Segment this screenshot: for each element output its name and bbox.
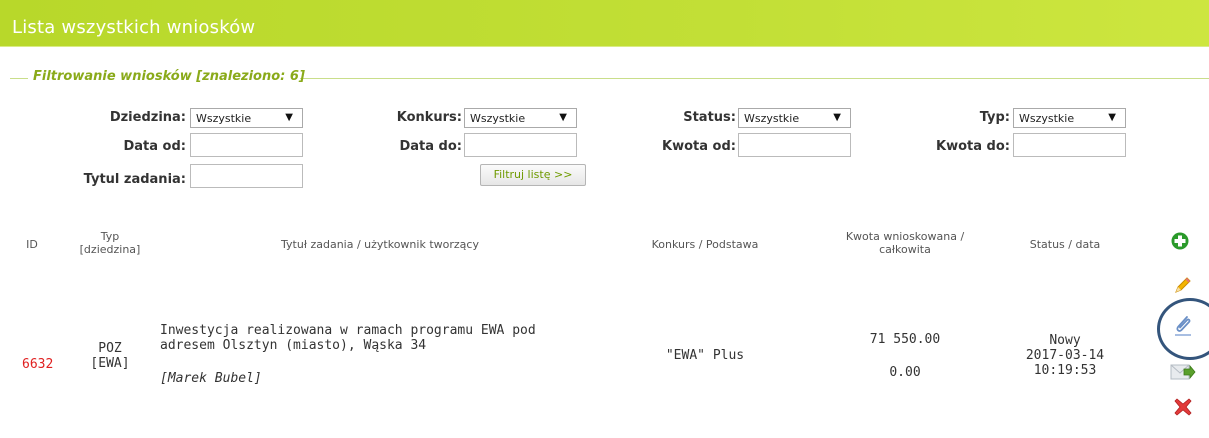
row-status-date: 2017-03-14: [1025, 348, 1105, 363]
col-header-kwota-line1: Kwota wnioskowana /: [845, 230, 965, 243]
konkurs-select[interactable]: Wszystkie ▼: [464, 108, 577, 128]
data-do-label: Data do:: [399, 139, 462, 154]
row-user: [Marek Bubel]: [160, 371, 262, 386]
dziedzina-select[interactable]: Wszystkie ▼: [190, 108, 303, 128]
chevron-down-icon: ▼: [1108, 112, 1116, 123]
data-do-input[interactable]: [464, 133, 577, 157]
filter-legend: Filtrowanie wniosków [znaleziono: 6]: [33, 69, 305, 84]
typ-label: Typ:: [979, 110, 1010, 125]
filter-button[interactable]: Filtruj listę >>: [480, 164, 586, 186]
tytul-label: Tytul zadania:: [83, 172, 186, 187]
row-title: Inwestycja realizowana w ramach programu…: [160, 323, 600, 353]
dziedzina-label: Dziedzina:: [109, 110, 186, 125]
col-header-kwota-line2: całkowita: [879, 243, 931, 256]
delete-icon[interactable]: [1174, 398, 1192, 416]
row-kwota-wnioskowana: 71 550.00: [869, 332, 941, 347]
row-status: Nowy 2017-03-14 10:19:53: [1020, 333, 1110, 378]
row-konkurs: "EWA" Plus: [665, 348, 745, 363]
send-icon[interactable]: [1170, 362, 1196, 382]
chevron-down-icon: ▼: [833, 112, 841, 123]
status-label: Status:: [683, 110, 736, 125]
kwota-do-label: Kwota do:: [936, 139, 1010, 154]
col-header-status: Status / data: [1029, 238, 1101, 251]
tytul-input[interactable]: [190, 164, 303, 188]
row-kwota-calkowita: 0.00: [889, 365, 921, 380]
row-title-line2: adresem Olsztyn (miasto), Wąska 34: [160, 338, 427, 353]
col-header-tytul: Tytuł zadania / użytkownik tworzący: [281, 238, 479, 251]
kwota-do-input[interactable]: [1013, 133, 1126, 157]
kwota-od-input[interactable]: [738, 133, 851, 157]
status-select-value: Wszystkie: [744, 112, 800, 125]
typ-select[interactable]: Wszystkie ▼: [1013, 108, 1126, 128]
col-header-typ: Typ [dziedzina]: [70, 230, 150, 256]
col-header-konkurs: Konkurs / Podstawa: [651, 238, 759, 251]
row-status-time: 10:19:53: [1033, 363, 1097, 378]
row-typ-line1: POZ: [98, 341, 122, 356]
col-header-id: ID: [26, 238, 38, 251]
kwota-od-label: Kwota od:: [662, 139, 736, 154]
col-header-typ-line2: [dziedzina]: [79, 243, 141, 256]
data-od-label: Data od:: [123, 139, 186, 154]
row-typ-line2: [EWA]: [90, 356, 130, 371]
konkurs-select-value: Wszystkie: [470, 112, 526, 125]
typ-select-value: Wszystkie: [1019, 112, 1075, 125]
row-status-text: Nowy: [1049, 333, 1081, 348]
row-typ: POZ [EWA]: [80, 341, 140, 371]
row-id[interactable]: 6632: [22, 357, 53, 372]
fieldset-border-right: [300, 78, 1209, 79]
page-title: Lista wszystkich wniosków: [12, 17, 256, 38]
plus-icon[interactable]: [1171, 232, 1189, 250]
highlight-circle: [1157, 298, 1209, 360]
konkurs-label: Konkurs:: [396, 110, 462, 125]
dziedzina-select-value: Wszystkie: [196, 112, 252, 125]
col-header-kwota: Kwota wnioskowana / całkowita: [820, 230, 990, 256]
pencil-icon[interactable]: [1172, 276, 1192, 296]
page-header: Lista wszystkich wniosków: [0, 0, 1209, 47]
col-header-typ-line1: Typ: [100, 230, 120, 243]
fieldset-border-left: [10, 78, 28, 79]
chevron-down-icon: ▼: [559, 112, 567, 123]
status-select[interactable]: Wszystkie ▼: [738, 108, 851, 128]
chevron-down-icon: ▼: [285, 112, 293, 123]
row-title-line1: Inwestycja realizowana w ramach programu…: [160, 323, 536, 338]
data-od-input[interactable]: [190, 133, 303, 157]
